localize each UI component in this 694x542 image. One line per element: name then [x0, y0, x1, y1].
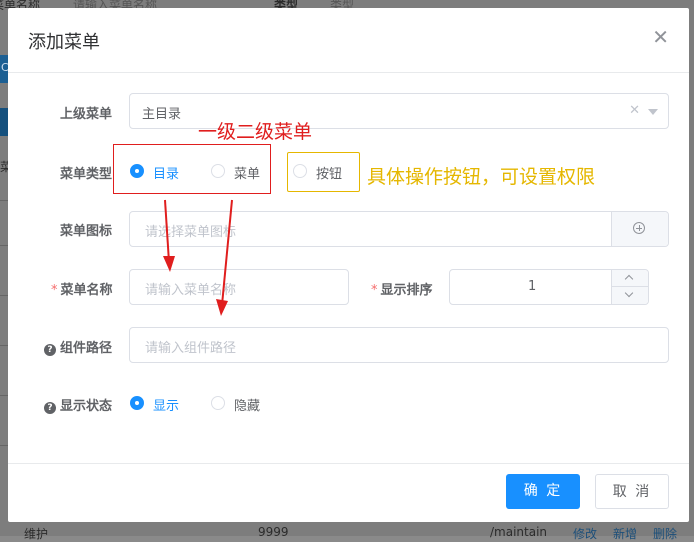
arrow-line-2 — [221, 199, 233, 306]
arrow-line-1 — [164, 199, 170, 263]
annotation-arrows — [163, 199, 233, 316]
arrow-head-2 — [216, 299, 228, 316]
arrow-head-1 — [163, 256, 175, 272]
